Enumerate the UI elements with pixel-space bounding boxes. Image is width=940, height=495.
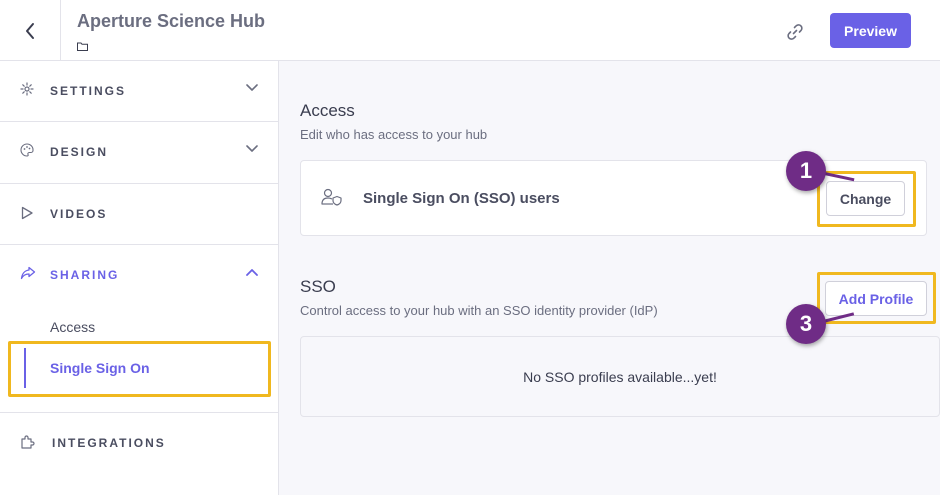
sidebar-item-integrations[interactable]: INTEGRATIONS	[0, 413, 279, 475]
sidebar: SETTINGS DESIGN VIDEOS SHARING Access Si…	[0, 61, 279, 495]
chevron-up-icon	[246, 269, 258, 276]
step-badge: 3	[786, 304, 826, 344]
sidebar-subitem-access[interactable]: Access	[50, 319, 95, 335]
sidebar-item-videos[interactable]: VIDEOS	[0, 184, 279, 245]
sidebar-subitem-single-sign-on[interactable]: Single Sign On	[50, 360, 150, 376]
add-profile-button[interactable]: Add Profile	[825, 281, 927, 316]
chevron-down-icon	[246, 84, 258, 91]
access-option-label: Single Sign On (SSO) users	[363, 190, 560, 207]
link-icon	[787, 24, 803, 40]
sso-subtitle: Control access to your hub with an SSO i…	[300, 303, 658, 318]
top-header: Aperture Science Hub Preview	[0, 0, 940, 61]
folder-icon	[77, 38, 88, 56]
gear-icon	[20, 82, 34, 96]
sso-title: SSO	[300, 277, 336, 296]
active-indicator	[24, 348, 26, 388]
chevron-down-icon	[246, 145, 258, 152]
palette-icon	[20, 143, 34, 157]
sidebar-item-settings[interactable]: SETTINGS	[0, 61, 279, 122]
sidebar-item-design[interactable]: DESIGN	[0, 122, 279, 184]
copy-link-button[interactable]	[784, 21, 806, 43]
sidebar-item-sharing[interactable]: SHARING	[0, 245, 279, 413]
sidebar-item-label: SHARING	[50, 268, 120, 282]
change-button[interactable]: Change	[826, 181, 905, 216]
play-icon	[21, 206, 33, 220]
chevron-left-icon	[26, 22, 34, 39]
puzzle-icon	[21, 435, 35, 449]
step-badge: 1	[786, 151, 826, 191]
sidebar-item-label: SETTINGS	[50, 84, 127, 98]
page-title: Aperture Science Hub	[77, 11, 266, 31]
user-shield-icon	[321, 188, 342, 206]
empty-state: No SSO profiles available...yet!	[300, 336, 940, 417]
sidebar-item-label: DESIGN	[50, 145, 109, 159]
access-title: Access	[300, 101, 355, 120]
empty-message: No SSO profiles available...yet!	[523, 368, 717, 385]
preview-button[interactable]: Preview	[830, 13, 911, 48]
sidebar-item-label: INTEGRATIONS	[52, 436, 166, 450]
access-subtitle: Edit who has access to your hub	[300, 127, 488, 142]
back-button[interactable]	[0, 0, 61, 61]
share-icon	[20, 266, 36, 280]
main-content: Access Edit who has access to your hub S…	[280, 61, 940, 495]
sidebar-item-label: VIDEOS	[50, 207, 108, 221]
